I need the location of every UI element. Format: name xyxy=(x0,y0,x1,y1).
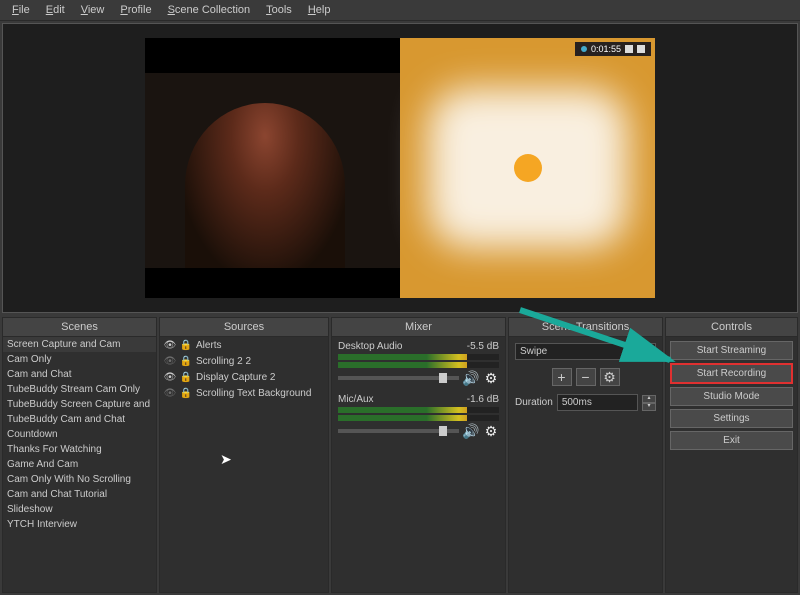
channel-db: -5.5 dB xyxy=(467,341,499,352)
visibility-icon[interactable]: 👁 xyxy=(164,371,176,383)
controls-body: Start Streaming Start Recording Studio M… xyxy=(666,337,797,592)
timer-dot-icon xyxy=(581,46,587,52)
duration-input[interactable]: 500ms xyxy=(557,394,638,411)
source-label: Alerts xyxy=(196,340,222,351)
preview-area: 0:01:55 xyxy=(2,23,798,313)
controls-header: Controls xyxy=(666,318,797,337)
scene-item[interactable]: Screen Capture and Cam xyxy=(3,337,156,352)
mixer-body: Desktop Audio -5.5 dB 🔊 ⚙ Mic/Aux -1.6 d… xyxy=(332,337,505,592)
remove-transition-button[interactable]: − xyxy=(576,368,596,386)
speaker-icon[interactable]: 🔊 xyxy=(463,370,479,386)
visibility-icon[interactable]: 👁 xyxy=(164,339,176,351)
mixer-channel: Desktop Audio -5.5 dB 🔊 ⚙ xyxy=(332,337,505,390)
transitions-panel: Scene Transitions Swipe + − ⚙ Duration 5… xyxy=(508,317,663,593)
scene-item[interactable]: Slideshow xyxy=(3,502,156,517)
scene-item[interactable]: Thanks For Watching xyxy=(3,442,156,457)
discord-emoji-icon xyxy=(514,154,542,182)
start-recording-button[interactable]: Start Recording xyxy=(670,363,793,384)
channel-db: -1.6 dB xyxy=(467,394,499,405)
exit-button[interactable]: Exit xyxy=(670,431,793,450)
sources-list[interactable]: 👁 🔒 Alerts 👁 🔒 Scrolling 2 2 👁 🔒 Display… xyxy=(160,337,328,592)
visibility-off-icon[interactable]: 👁 xyxy=(164,355,176,367)
scenes-header: Scenes xyxy=(3,318,156,337)
scene-item[interactable]: TubeBuddy Cam and Chat xyxy=(3,412,156,427)
scenes-list[interactable]: Screen Capture and Cam Cam Only Cam and … xyxy=(3,337,156,592)
sources-panel: Sources 👁 🔒 Alerts 👁 🔒 Scrolling 2 2 👁 🔒… xyxy=(159,317,329,593)
mixer-panel: Mixer Desktop Audio -5.5 dB 🔊 ⚙ Mic/Aux xyxy=(331,317,506,593)
audio-meter xyxy=(338,362,499,368)
lock-icon[interactable]: 🔒 xyxy=(180,339,192,351)
source-item[interactable]: 👁 🔒 Display Capture 2 xyxy=(160,369,328,385)
source-label: Scrolling 2 2 xyxy=(196,356,251,367)
audio-meter xyxy=(338,415,499,421)
scenes-panel: Scenes Screen Capture and Cam Cam Only C… xyxy=(2,317,157,593)
visibility-off-icon[interactable]: 👁 xyxy=(164,387,176,399)
discord-source: 0:01:55 xyxy=(400,38,655,298)
start-streaming-button[interactable]: Start Streaming xyxy=(670,341,793,360)
gear-icon[interactable]: ⚙ xyxy=(483,370,499,386)
menu-file[interactable]: File xyxy=(4,2,38,18)
volume-slider[interactable] xyxy=(338,376,459,380)
source-label: Display Capture 2 xyxy=(196,372,275,383)
timer-box-icon xyxy=(637,45,645,53)
menu-tools[interactable]: Tools xyxy=(258,2,300,18)
menu-profile[interactable]: Profile xyxy=(112,2,159,18)
source-label: Scrolling Text Background xyxy=(196,388,311,399)
timer-text: 0:01:55 xyxy=(591,44,621,54)
channel-name: Mic/Aux xyxy=(338,394,374,405)
menu-bar: File Edit View Profile Scene Collection … xyxy=(0,0,800,21)
scene-item[interactable]: YTCH Interview xyxy=(3,517,156,532)
volume-slider[interactable] xyxy=(338,429,459,433)
transitions-body: Swipe + − ⚙ Duration 500ms ▴▾ xyxy=(509,337,662,592)
preview-canvas[interactable]: 0:01:55 xyxy=(145,38,655,298)
source-item[interactable]: 👁 🔒 Alerts xyxy=(160,337,328,353)
duration-label: Duration xyxy=(515,397,553,408)
lock-icon[interactable]: 🔒 xyxy=(180,387,192,399)
mixer-channel: Mic/Aux -1.6 dB 🔊 ⚙ xyxy=(332,390,505,443)
source-item[interactable]: 👁 🔒 Scrolling Text Background xyxy=(160,385,328,401)
webcam-source xyxy=(145,73,400,268)
bottom-panels: Scenes Screen Capture and Cam Cam Only C… xyxy=(0,315,800,595)
scene-item[interactable]: Cam Only With No Scrolling xyxy=(3,472,156,487)
scene-item[interactable]: Cam Only xyxy=(3,352,156,367)
cursor-icon: ➤ xyxy=(220,451,232,468)
gear-icon[interactable]: ⚙ xyxy=(483,423,499,439)
person-figure xyxy=(185,103,345,268)
lock-icon[interactable]: 🔒 xyxy=(180,371,192,383)
source-item[interactable]: 👁 🔒 Scrolling 2 2 xyxy=(160,353,328,369)
audio-meter xyxy=(338,354,499,360)
scene-item[interactable]: Game And Cam xyxy=(3,457,156,472)
lock-icon[interactable]: 🔒 xyxy=(180,355,192,367)
scene-item[interactable]: TubeBuddy Stream Cam Only xyxy=(3,382,156,397)
speaker-icon[interactable]: 🔊 xyxy=(463,423,479,439)
menu-view[interactable]: View xyxy=(73,2,113,18)
mixer-header: Mixer xyxy=(332,318,505,337)
studio-mode-button[interactable]: Studio Mode xyxy=(670,387,793,406)
transitions-header: Scene Transitions xyxy=(509,318,662,337)
audio-meter xyxy=(338,407,499,413)
recording-timer: 0:01:55 xyxy=(575,42,651,56)
channel-name: Desktop Audio xyxy=(338,341,403,352)
sources-header: Sources xyxy=(160,318,328,337)
transition-settings-button[interactable]: ⚙ xyxy=(600,368,620,386)
transition-select[interactable]: Swipe xyxy=(515,343,656,360)
duration-spinner[interactable]: ▴▾ xyxy=(642,395,656,411)
menu-scene-collection[interactable]: Scene Collection xyxy=(160,2,259,18)
settings-button[interactable]: Settings xyxy=(670,409,793,428)
scene-item[interactable]: TubeBuddy Screen Capture and xyxy=(3,397,156,412)
scene-item[interactable]: Cam and Chat Tutorial xyxy=(3,487,156,502)
scene-item[interactable]: Cam and Chat xyxy=(3,367,156,382)
scene-item[interactable]: Countdown xyxy=(3,427,156,442)
menu-help[interactable]: Help xyxy=(300,2,339,18)
menu-edit[interactable]: Edit xyxy=(38,2,73,18)
controls-panel: Controls Start Streaming Start Recording… xyxy=(665,317,798,593)
timer-stop-icon xyxy=(625,45,633,53)
add-transition-button[interactable]: + xyxy=(552,368,572,386)
